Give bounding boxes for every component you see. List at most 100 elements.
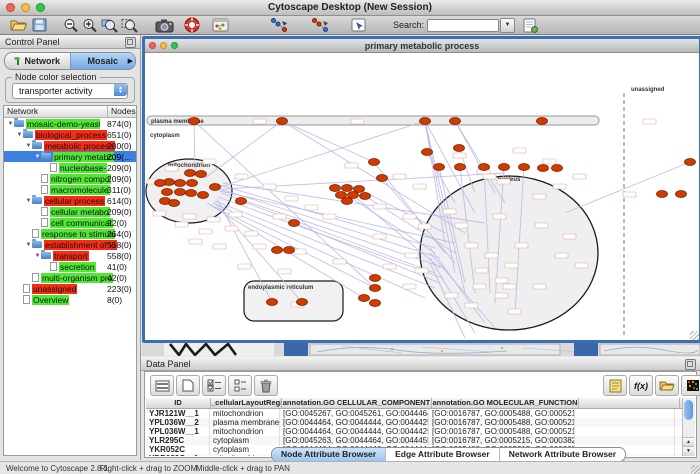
float-data-panel-icon[interactable]: [685, 359, 696, 370]
apply-layout-red-icon[interactable]: [312, 17, 331, 33]
network-overview-icon[interactable]: [212, 17, 229, 33]
network-node[interactable]: [370, 285, 381, 292]
tab-network[interactable]: Network: [5, 53, 70, 69]
expand-arrow-icon[interactable]: ▼: [25, 143, 32, 149]
zoom-fit-content-icon[interactable]: [121, 17, 138, 33]
column-header[interactable]: ID: [146, 398, 211, 408]
expand-arrow-icon[interactable]: ▼: [25, 242, 32, 248]
expand-arrow-icon[interactable]: ▼: [25, 198, 32, 204]
network-node[interactable]: [499, 164, 510, 171]
tree-col-network[interactable]: Network: [4, 106, 108, 117]
tree-row[interactable]: ▼establishment of lo558(0): [4, 239, 136, 250]
new-attribute-icon[interactable]: [176, 375, 200, 396]
select-attributes-icon[interactable]: [202, 375, 226, 396]
attribute-select-icon[interactable]: [150, 375, 174, 396]
network-node[interactable]: [359, 295, 370, 302]
tree-row[interactable]: cellular metabo209(0): [4, 206, 136, 217]
network-node[interactable]: [454, 145, 465, 152]
network-node[interactable]: [162, 189, 173, 196]
zoom-selected-region-icon[interactable]: [101, 17, 118, 33]
network-node[interactable]: [552, 165, 563, 172]
tree-row[interactable]: macromolecule311(0): [4, 184, 136, 195]
network-node[interactable]: [169, 200, 180, 207]
network-node[interactable]: [267, 299, 278, 306]
scroll-down-icon[interactable]: ▼: [683, 446, 694, 456]
expand-arrow-icon[interactable]: ▼: [16, 132, 23, 138]
network-node[interactable]: [537, 118, 548, 125]
network-node[interactable]: [377, 175, 388, 182]
tree-row[interactable]: ▼biological_process651(0): [4, 129, 136, 140]
tree-row[interactable]: ▼transport558(0): [4, 250, 136, 261]
annotation-tool-icon[interactable]: [351, 17, 367, 33]
tree-row[interactable]: cell communicat22(0): [4, 217, 136, 228]
network-node[interactable]: [676, 191, 687, 198]
open-session-icon[interactable]: [10, 17, 28, 33]
expand-arrow-icon[interactable]: ▼: [34, 253, 41, 259]
column-header[interactable]: annotation.GO CELLULAR_COMPONENT: [282, 398, 432, 408]
network-node[interactable]: [289, 220, 300, 227]
tree-row[interactable]: ▼primary metabo209(...: [4, 151, 136, 162]
network-node[interactable]: [434, 164, 445, 171]
table-row[interactable]: YJR121W__1mitochondrion[GO:0045267, GO:0…: [146, 409, 683, 418]
zoom-out-icon[interactable]: [63, 17, 79, 33]
network-node[interactable]: [370, 300, 381, 307]
network-node[interactable]: [185, 170, 196, 177]
table-row[interactable]: YPL036W__1mitochondrion[GO:0044464, GO:0…: [146, 427, 683, 436]
network-node[interactable]: [420, 118, 431, 125]
unselect-attributes-icon[interactable]: [228, 375, 252, 396]
tree-row[interactable]: nucleobase-209(0): [4, 162, 136, 173]
scrollbar-thumb[interactable]: [684, 400, 693, 420]
snapshot-camera-icon[interactable]: [155, 17, 174, 33]
table-row[interactable]: YPL036W__2plasma membrane[GO:0044464, GO…: [146, 418, 683, 427]
zoom-in-icon[interactable]: [82, 17, 98, 33]
network-node[interactable]: [330, 185, 341, 192]
expand-arrow-icon[interactable]: ▼: [34, 154, 41, 160]
column-header[interactable]: [579, 398, 680, 408]
expand-arrow-icon[interactable]: ▼: [7, 121, 14, 127]
tree-row[interactable]: ▼metabolic process280(0): [4, 140, 136, 151]
network-node[interactable]: [175, 180, 186, 187]
tree-row[interactable]: response to stimulu264(0): [4, 228, 136, 239]
tree-row[interactable]: Overview8(0): [4, 294, 136, 305]
tree-row[interactable]: secretion41(0): [4, 261, 136, 272]
network-node[interactable]: [155, 180, 166, 187]
search-input[interactable]: [427, 19, 499, 32]
column-header[interactable]: annotation.GO MOLECULAR_FUNCTION: [432, 398, 579, 408]
network-node[interactable]: [538, 165, 549, 172]
network-node[interactable]: [479, 164, 490, 171]
network-node[interactable]: [685, 159, 696, 166]
network-node[interactable]: [342, 185, 353, 192]
help-lifering-icon[interactable]: [184, 17, 200, 33]
save-session-icon[interactable]: [32, 17, 47, 33]
tree-row[interactable]: multi-organism pro42(0): [4, 272, 136, 283]
network-node[interactable]: [236, 198, 247, 205]
network-resize-grip[interactable]: [690, 331, 699, 340]
table-row[interactable]: YLR295Ccytoplasm[GO:0045263, GO:0044464,…: [146, 436, 683, 445]
tree-row[interactable]: ▼mosaic-demo-yeast874(0): [4, 118, 136, 129]
tab-node-attribute-browser[interactable]: Node Attribute Browser: [272, 448, 385, 461]
formula-fx-icon[interactable]: f(x): [629, 375, 653, 396]
search-dropdown-icon[interactable]: ▼: [500, 18, 515, 33]
tab-overflow-icon[interactable]: ▶: [128, 57, 133, 65]
network-node[interactable]: [519, 164, 530, 171]
tab-mosaic[interactable]: Mosaic: [70, 53, 136, 69]
tab-edge-attribute-browser[interactable]: Edge Attribute Browser: [385, 448, 499, 461]
network-node[interactable]: [277, 118, 288, 125]
heatmap-matrix-icon[interactable]: [681, 375, 700, 396]
import-attributes-folder-icon[interactable]: [655, 375, 679, 396]
column-header[interactable]: _cellularLayoutRegion: [211, 398, 282, 408]
apply-layout-blue-icon[interactable]: [271, 17, 290, 33]
network-node[interactable]: [272, 247, 283, 254]
network-node[interactable]: [370, 275, 381, 282]
tree-row[interactable]: unassigned223(0): [4, 283, 136, 294]
tree-row[interactable]: ▼cellular process614(0): [4, 195, 136, 206]
tab-network-attribute-browser[interactable]: Network Attribute Browser: [499, 448, 625, 461]
attribute-notes-icon[interactable]: [603, 375, 627, 396]
network-node[interactable]: [422, 149, 433, 156]
network-node[interactable]: [360, 193, 371, 200]
network-node[interactable]: [657, 191, 668, 198]
network-node[interactable]: [284, 247, 295, 254]
float-panel-icon[interactable]: [125, 37, 136, 48]
color-attribute-dropdown[interactable]: transporter activity ▲▼: [12, 83, 128, 99]
network-node[interactable]: [186, 190, 197, 197]
